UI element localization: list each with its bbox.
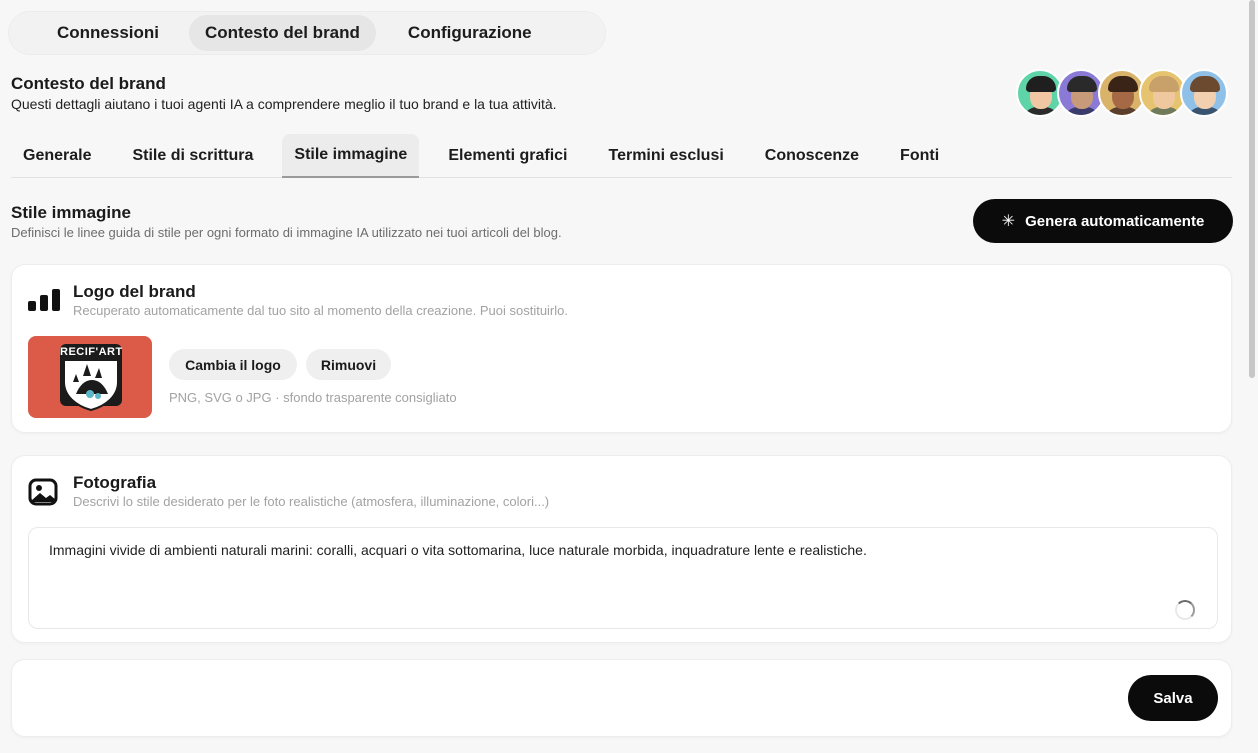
generate-automatically-button[interactable]: ✳ Genera automaticamente xyxy=(973,199,1233,243)
card-subtitle: Recuperato automaticamente dal tuo sito … xyxy=(73,303,568,318)
brand-logo-image: RECIF'ART xyxy=(28,336,152,418)
change-logo-button[interactable]: Cambia il logo xyxy=(169,349,297,380)
tab-contesto-del-brand[interactable]: Contesto del brand xyxy=(189,15,376,51)
page-title: Contesto del brand xyxy=(11,74,166,93)
save-button[interactable]: Salva xyxy=(1128,675,1218,721)
save-bar: Salva xyxy=(11,659,1232,737)
tab-termini-esclusi[interactable]: Termini esclusi xyxy=(596,134,735,178)
section-subtitle: Definisci le linee guida di stile per og… xyxy=(11,225,562,240)
card-title: Fotografia xyxy=(73,473,157,492)
avatar[interactable] xyxy=(1180,69,1228,117)
remove-logo-button[interactable]: Rimuovi xyxy=(306,349,391,380)
card-title: Logo del brand xyxy=(73,282,196,301)
page-subtitle: Questi dettagli aiutano i tuoi agenti IA… xyxy=(11,96,557,112)
photography-style-textarea[interactable]: Immagini vivide di ambienti naturali mar… xyxy=(28,527,1218,629)
image-icon xyxy=(28,478,58,511)
sparkle-icon: ✳ xyxy=(1001,213,1016,230)
tab-configurazione[interactable]: Configurazione xyxy=(392,15,548,51)
tab-stile-immagine[interactable]: Stile immagine xyxy=(282,134,420,178)
section-title: Stile immagine xyxy=(11,203,131,222)
tab-generale[interactable]: Generale xyxy=(11,134,103,178)
top-tab-bar: Connessioni Contesto del brand Configura… xyxy=(8,11,606,55)
tab-elementi-grafici[interactable]: Elementi grafici xyxy=(436,134,579,178)
bar-chart-icon xyxy=(28,289,60,316)
photography-card: Fotografia Descrivi lo stile desiderato … xyxy=(11,455,1232,643)
agent-avatars xyxy=(1016,69,1228,117)
logo-text: RECIF'ART xyxy=(60,346,123,358)
loading-spinner-icon xyxy=(1175,600,1195,620)
tab-fonti[interactable]: Fonti xyxy=(888,134,951,178)
photography-style-value: Immagini vivide di ambienti naturali mar… xyxy=(49,542,867,558)
card-subtitle: Descrivi lo stile desiderato per le foto… xyxy=(73,494,550,509)
sub-tab-bar: Generale Stile di scrittura Stile immagi… xyxy=(11,134,1232,178)
tab-conoscenze[interactable]: Conoscenze xyxy=(753,134,871,178)
tab-connessioni[interactable]: Connessioni xyxy=(41,15,175,51)
tab-stile-di-scrittura[interactable]: Stile di scrittura xyxy=(120,134,265,178)
generate-button-label: Genera automaticamente xyxy=(1025,212,1205,230)
brand-logo-card: Logo del brand Recuperato automaticament… xyxy=(11,264,1232,433)
scrollbar[interactable] xyxy=(1249,0,1255,378)
logo-format-hint: PNG, SVG o JPG · sfondo trasparente cons… xyxy=(169,390,457,405)
